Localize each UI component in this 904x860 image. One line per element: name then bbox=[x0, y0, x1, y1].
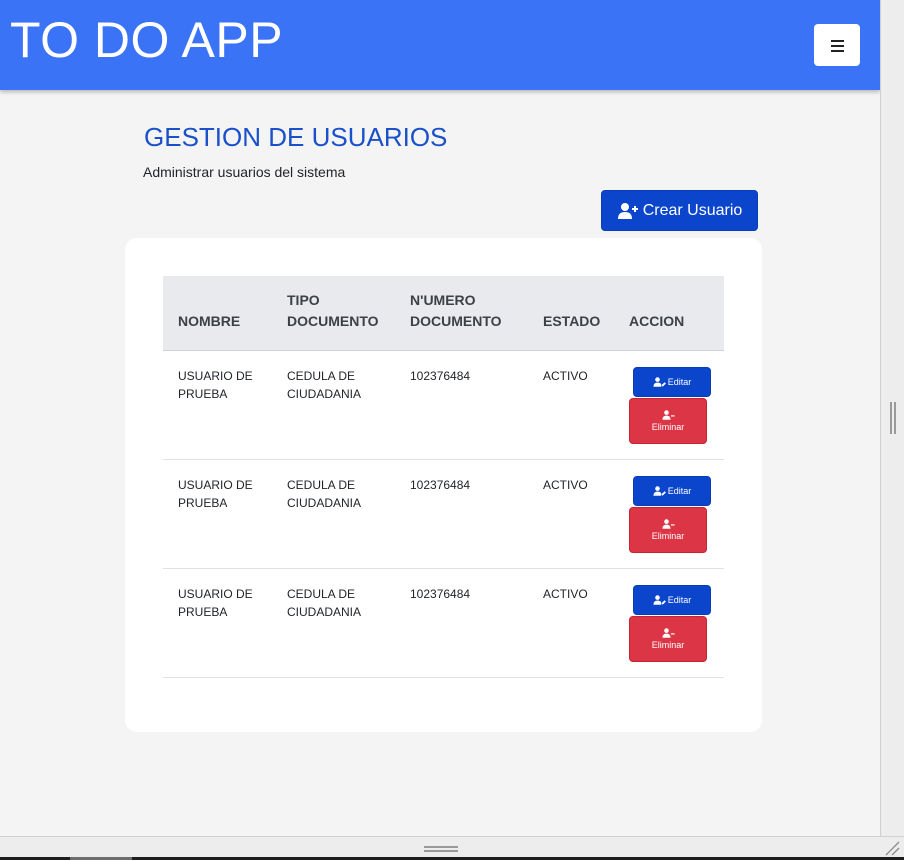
cell-tipo-documento: CEDULA DE CIUDADANIA bbox=[272, 459, 395, 569]
delete-label: Eliminar bbox=[651, 421, 685, 432]
cell-tipo-documento: CEDULA DE CIUDADANIA bbox=[272, 350, 395, 460]
page-subtitle: Administrar usuarios del sistema bbox=[143, 164, 346, 180]
table-header-row: NOMBRE TIPO DOCUMENTO N'UMERO DOCUMENTO … bbox=[163, 276, 724, 351]
edit-button[interactable]: Editar bbox=[633, 584, 711, 615]
user-minus-icon bbox=[662, 627, 675, 638]
cell-estado: ACTIVO bbox=[528, 568, 616, 678]
row-actions: Editar Eliminar bbox=[629, 584, 724, 677]
users-card: NOMBRE TIPO DOCUMENTO N'UMERO DOCUMENTO … bbox=[125, 238, 762, 732]
user-edit-icon bbox=[653, 376, 666, 387]
horizontal-grip-icon bbox=[424, 846, 458, 852]
edit-label: Editar bbox=[667, 376, 692, 387]
user-minus-icon bbox=[662, 409, 675, 420]
edit-button[interactable]: Editar bbox=[633, 475, 711, 506]
delete-label: Eliminar bbox=[651, 639, 685, 650]
user-edit-icon bbox=[653, 485, 666, 496]
delete-label: Eliminar bbox=[651, 530, 685, 541]
navbar: TO DO APP bbox=[0, 0, 880, 90]
app-brand[interactable]: TO DO APP bbox=[10, 12, 283, 68]
cell-nombre: USUARIO DE PRUEBA bbox=[163, 459, 272, 569]
edit-label: Editar bbox=[667, 485, 692, 496]
cell-numero-documento: 102376484 bbox=[395, 459, 528, 569]
cell-accion: Editar Eliminar bbox=[616, 459, 724, 569]
table-row: USUARIO DE PRUEBA CEDULA DE CIUDADANIA 1… bbox=[163, 459, 724, 569]
row-actions: Editar Eliminar bbox=[629, 366, 724, 459]
edit-button[interactable]: Editar bbox=[633, 366, 711, 397]
create-user-label: Crear Usuario bbox=[642, 201, 743, 219]
resize-corner-icon[interactable] bbox=[884, 840, 900, 856]
cell-numero-documento: 102376484 bbox=[395, 350, 528, 460]
page-title: GESTION DE USUARIOS bbox=[144, 122, 448, 152]
cell-tipo-documento: CEDULA DE CIUDADANIA bbox=[272, 568, 395, 678]
user-minus-icon bbox=[662, 518, 675, 529]
edit-label: Editar bbox=[667, 594, 692, 605]
hamburger-icon bbox=[830, 39, 844, 52]
delete-button[interactable]: Eliminar bbox=[629, 506, 707, 553]
column-header-estado: ESTADO bbox=[528, 276, 616, 351]
user-edit-icon bbox=[653, 594, 666, 605]
column-header-numero-documento: N'UMERO DOCUMENTO bbox=[395, 276, 528, 351]
vertical-resize-bar[interactable] bbox=[880, 0, 904, 836]
row-actions: Editar Eliminar bbox=[629, 475, 724, 568]
cell-numero-documento: 102376484 bbox=[395, 568, 528, 678]
cell-accion: Editar Eliminar bbox=[616, 568, 724, 678]
column-header-tipo-documento: TIPO DOCUMENTO bbox=[272, 276, 395, 351]
table-row: USUARIO DE PRUEBA CEDULA DE CIUDADANIA 1… bbox=[163, 350, 724, 460]
cell-accion: Editar Eliminar bbox=[616, 350, 724, 460]
cell-estado: ACTIVO bbox=[528, 459, 616, 569]
create-user-button[interactable]: Crear Usuario bbox=[601, 190, 758, 231]
users-table: NOMBRE TIPO DOCUMENTO N'UMERO DOCUMENTO … bbox=[163, 276, 724, 678]
delete-button[interactable]: Eliminar bbox=[629, 615, 707, 662]
column-header-accion: ACCION bbox=[616, 276, 724, 351]
table-row: USUARIO DE PRUEBA CEDULA DE CIUDADANIA 1… bbox=[163, 568, 724, 678]
menu-toggle-button[interactable] bbox=[814, 24, 860, 66]
app-viewport: TO DO APP GESTION DE USUARIOS Administra… bbox=[0, 0, 880, 836]
user-plus-icon bbox=[617, 202, 638, 219]
vertical-grip-icon bbox=[890, 402, 896, 434]
cell-nombre: USUARIO DE PRUEBA bbox=[163, 350, 272, 460]
cell-nombre: USUARIO DE PRUEBA bbox=[163, 568, 272, 678]
column-header-nombre: NOMBRE bbox=[163, 276, 272, 351]
delete-button[interactable]: Eliminar bbox=[629, 397, 707, 444]
cell-estado: ACTIVO bbox=[528, 350, 616, 460]
